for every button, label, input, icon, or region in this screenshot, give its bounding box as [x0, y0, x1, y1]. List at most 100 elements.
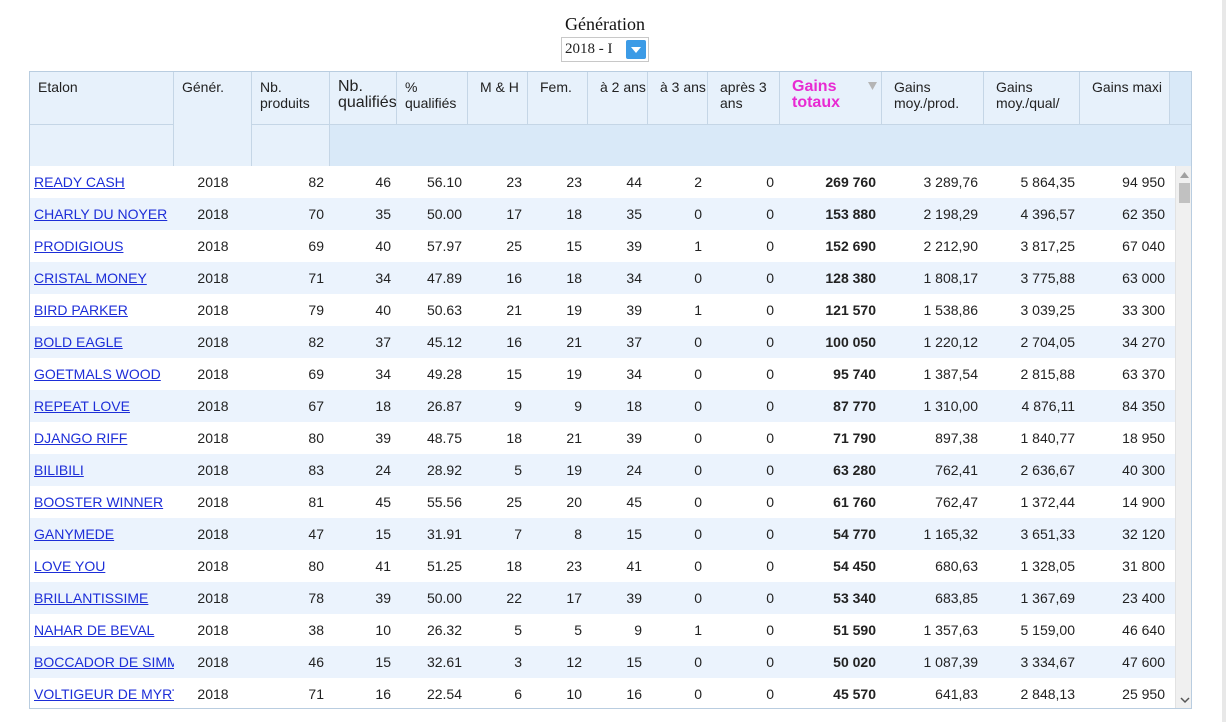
table-row[interactable]: DJANGO RIFF 2018 80 39 48.75 18 21 39 0 0 71 790 89… [30, 422, 1175, 454]
cell-etalon[interactable]: GANYMEDE [30, 518, 174, 550]
table-row[interactable]: BOLD EAGLE 2018 82 37 45.12 16 21 37 0 0 100 050 1 … [30, 326, 1175, 358]
cell-apres3ans: 0 [766, 462, 774, 478]
cell-etalon[interactable]: BOCCADOR DE SIMM [30, 646, 174, 678]
header-mh-label: M & H [480, 79, 519, 95]
cell-mh: 16 [506, 270, 522, 286]
cell-gains-moy-prod: 1 538,86 [923, 302, 979, 318]
table-row[interactable]: LOVE YOU 2018 80 41 51.25 18 23 41 0 0 54 450 680,6… [30, 550, 1175, 582]
cell-etalon[interactable]: BRILLANTISSIME [30, 582, 174, 614]
generation-select[interactable]: 2018 - I [561, 37, 649, 62]
table-row[interactable]: BILIBILI 2018 83 24 28.92 5 19 24 0 0 63 280 762,41… [30, 454, 1175, 486]
table-row[interactable]: CHARLY DU NOYER 2018 70 35 50.00 17 18 35 0 0 153 … [30, 198, 1175, 230]
cell-nb-qualifies: 24 [375, 462, 391, 478]
header-a2ans[interactable]: à 2 ans [588, 72, 648, 124]
cell-etalon[interactable]: BOOSTER WINNER [30, 486, 174, 518]
cell-gains-maxi: 84 350 [1122, 398, 1165, 414]
cell-gains-moy-qual: 1 367,69 [1020, 590, 1076, 606]
cell-gains-maxi: 67 040 [1122, 238, 1165, 254]
header-etalon[interactable]: Etalon [30, 72, 174, 124]
cell-gains-maxi: 33 300 [1122, 302, 1165, 318]
cell-a2ans: 24 [626, 462, 642, 478]
cell-etalon[interactable]: DJANGO RIFF [30, 422, 174, 454]
cell-a3ans: 0 [694, 366, 702, 382]
header-gains-maxi-label: Gains maxi [1092, 79, 1163, 95]
cell-etalon[interactable]: NAHAR DE BEVAL [30, 614, 174, 646]
scrollbar-thumb[interactable] [1179, 183, 1190, 203]
header-mh[interactable]: M & H [468, 72, 528, 124]
cell-a2ans: 9 [634, 622, 642, 638]
table-row[interactable]: BOOSTER WINNER 2018 81 45 55.56 25 20 45 0 0 61 76… [30, 486, 1175, 518]
table-row[interactable]: NAHAR DE BEVAL 2018 38 10 26.32 5 5 9 1 0 51 590 1 … [30, 614, 1175, 646]
cell-gains-maxi: 14 900 [1122, 494, 1165, 510]
cell-pct-qualifies: 50.63 [426, 302, 462, 318]
cell-gains-moy-qual: 1 372,44 [1020, 494, 1076, 510]
cell-gains-totaux: 54 770 [833, 526, 876, 542]
cell-nb-qualifies: 39 [375, 430, 391, 446]
cell-etalon[interactable]: REPEAT LOVE [30, 390, 174, 422]
cell-gains-moy-qual: 4 876,11 [1021, 398, 1075, 414]
cell-a3ans: 0 [694, 526, 702, 542]
cell-gains-totaux: 128 380 [825, 270, 876, 286]
table-row[interactable]: GANYMEDE 2018 47 15 31.91 7 8 15 0 0 54 770 1 165,3… [30, 518, 1175, 550]
sort-desc-icon[interactable] [868, 78, 877, 94]
cell-gains-maxi: 18 950 [1122, 430, 1165, 446]
table-row[interactable]: BOCCADOR DE SIMM 2018 46 15 32.61 3 12 15 0 0 50 0… [30, 646, 1175, 678]
cell-etalon[interactable]: BILIBILI [30, 454, 174, 486]
cell-gains-moy-prod: 762,41 [935, 462, 978, 478]
generation-select-value: 2018 - I [565, 41, 613, 57]
cell-etalon[interactable]: GOETMALS WOOD [30, 358, 174, 390]
scroll-up-icon[interactable] [1176, 166, 1191, 183]
header-gains-maxi[interactable]: Gains maxi [1080, 72, 1170, 124]
header-apres3ans[interactable]: après 3 ans [708, 72, 780, 124]
cell-etalon[interactable]: READY CASH [30, 166, 174, 198]
table-row[interactable]: REPEAT LOVE 2018 67 18 26.87 9 9 18 0 0 87 770 1 31… [30, 390, 1175, 422]
table-row[interactable]: CRISTAL MONEY 2018 71 34 47.89 16 18 34 0 0 128 38… [30, 262, 1175, 294]
table-row[interactable]: VOLTIGEUR DE MYRT 2018 71 16 22.54 6 10 16 0 0 45 … [30, 678, 1175, 708]
cell-etalon[interactable]: CHARLY DU NOYER [30, 198, 174, 230]
table-row[interactable]: GOETMALS WOOD 2018 69 34 49.28 15 19 34 0 0 95 740… [30, 358, 1175, 390]
header-gains-totaux[interactable]: Gains totaux [780, 72, 882, 124]
header-pct-qualifies[interactable]: % qualifiés [397, 72, 468, 124]
cell-a2ans: 44 [626, 174, 642, 190]
table-row[interactable]: BIRD PARKER 2018 79 40 50.63 21 19 39 1 0 121 570 1… [30, 294, 1175, 326]
header-nb-qualifies[interactable]: Nb. qualifiés [330, 72, 397, 124]
scroll-down-icon[interactable] [1176, 692, 1191, 708]
cell-nb-qualifies: 10 [375, 622, 391, 638]
table-row[interactable]: PRODIGIOUS 2018 69 40 57.97 25 15 39 1 0 152 690 2 … [30, 230, 1175, 262]
chevron-down-icon[interactable] [626, 40, 646, 59]
cell-gains-totaux: 152 690 [825, 238, 876, 254]
header-fem[interactable]: Fem. [528, 72, 588, 124]
cell-apres3ans: 0 [766, 430, 774, 446]
header-nb-produits[interactable]: Nb. produits [252, 72, 330, 124]
cell-gener: 2018 [197, 494, 229, 510]
generation-title: Génération [565, 14, 645, 34]
cell-etalon[interactable]: CRISTAL MONEY [30, 262, 174, 294]
cell-fem: 10 [566, 686, 582, 702]
cell-mh: 18 [506, 430, 522, 446]
header-a3ans[interactable]: à 3 ans [648, 72, 708, 124]
header-nb-produits-label: Nb. produits [260, 79, 310, 111]
cell-gains-moy-qual: 5 159,00 [1020, 622, 1076, 638]
header-gains-moy-qual[interactable]: Gains moy./qual/ [984, 72, 1080, 124]
cell-mh: 21 [506, 302, 522, 318]
cell-gener: 2018 [197, 238, 229, 254]
cell-apres3ans: 0 [766, 398, 774, 414]
cell-gains-moy-prod: 1 165,32 [923, 526, 979, 542]
table-row[interactable]: BRILLANTISSIME 2018 78 39 50.00 22 17 39 0 0 53 34… [30, 582, 1175, 614]
vertical-scrollbar[interactable] [1175, 166, 1191, 708]
cell-nb-qualifies: 15 [375, 526, 391, 542]
table-row[interactable]: READY CASH 2018 82 46 56.10 23 23 44 2 0 269 760 3 … [30, 166, 1175, 198]
cell-a2ans: 34 [626, 270, 642, 286]
page-scrollbar[interactable] [1222, 0, 1226, 722]
cell-etalon[interactable]: BOLD EAGLE [30, 326, 174, 358]
cell-etalon[interactable]: PRODIGIOUS [30, 230, 174, 262]
cell-nb-produits: 47 [308, 526, 324, 542]
cell-pct-qualifies: 26.87 [426, 398, 462, 414]
cell-etalon[interactable]: VOLTIGEUR DE MYRT [30, 678, 174, 708]
cell-pct-qualifies: 31.91 [426, 526, 462, 542]
cell-fem: 15 [566, 238, 582, 254]
cell-etalon[interactable]: LOVE YOU [30, 550, 174, 582]
header-gains-moy-prod[interactable]: Gains moy./prod. [882, 72, 984, 124]
cell-mh: 25 [506, 494, 522, 510]
cell-etalon[interactable]: BIRD PARKER [30, 294, 174, 326]
